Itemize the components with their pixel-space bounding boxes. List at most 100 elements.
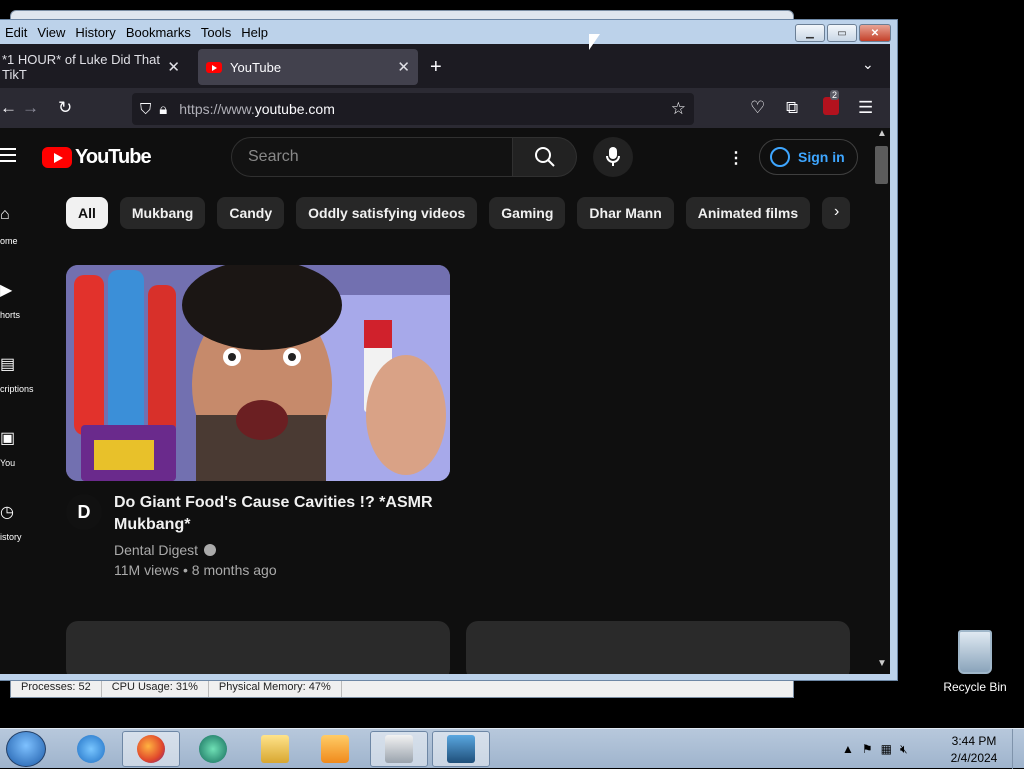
new-tab-icon[interactable]: +: [430, 56, 442, 79]
chip-candy[interactable]: Candy: [217, 197, 285, 229]
tab-title: *1 HOUR* of Luke Did That TikT: [2, 52, 160, 82]
start-button[interactable]: [6, 731, 46, 767]
close-tab-icon[interactable]: ✕: [397, 58, 410, 76]
maximize-button[interactable]: ▭: [827, 24, 857, 42]
youtube-logo[interactable]: YouTube: [42, 146, 152, 169]
list-all-tabs-icon[interactable]: ⌄: [862, 56, 874, 73]
mouse-cursor-icon: [589, 34, 600, 50]
youtube-favicon-icon: [206, 61, 222, 73]
bookmark-star-icon[interactable]: ☆: [671, 99, 686, 119]
subscriptions-icon: ▤: [0, 356, 16, 373]
taskbar-media-player[interactable]: [306, 731, 364, 767]
taskbar-clock[interactable]: 3:44 PM 2/4/2024: [944, 733, 1004, 767]
back-icon[interactable]: ←: [0, 98, 17, 118]
address-bar[interactable]: ⛉ 🔒︎ https://www.youtube.com ☆: [132, 93, 694, 125]
video-channel[interactable]: Dental Digest: [114, 542, 217, 558]
taskbar-printer[interactable]: [370, 731, 428, 767]
youtube-play-icon: [42, 147, 72, 168]
search-input[interactable]: Search: [231, 137, 513, 177]
sidebar-item-shorts[interactable]: ▶︎ horts: [0, 280, 50, 330]
url-host: youtube.com: [254, 101, 335, 117]
youtube-wordmark: YouTube: [75, 146, 152, 168]
youtube-page: YouTube Search ⋮ Sign in All Mukbang Can…: [0, 128, 890, 674]
guide-menu-icon[interactable]: [0, 148, 16, 162]
chip-oddly-satisfying[interactable]: Oddly satisfying videos: [296, 197, 478, 229]
video-title[interactable]: Do Giant Food's Cause Cavities !? *ASMR …: [114, 492, 434, 536]
tab-youtube[interactable]: YouTube ✕: [198, 49, 418, 85]
taskbar-app-3[interactable]: [184, 731, 242, 767]
recycle-bin-icon: [958, 630, 992, 674]
show-hidden-icons-icon[interactable]: ▲: [842, 742, 854, 756]
sidebar-item-you[interactable]: ▣ You: [0, 428, 50, 478]
shorts-icon: ▶︎: [0, 282, 13, 299]
internet-explorer-icon: [77, 735, 105, 763]
reload-icon[interactable]: ↻: [58, 98, 72, 118]
app-menu-icon[interactable]: ☰: [858, 98, 873, 118]
sidebar-item-home[interactable]: ⌂ ome: [0, 206, 50, 256]
close-window-button[interactable]: ✕: [859, 24, 891, 42]
settings-more-icon[interactable]: ⋮: [728, 148, 744, 168]
volume-muted-icon[interactable]: 🔇︎: [900, 742, 908, 757]
network-icon[interactable]: ▦: [881, 742, 892, 756]
extensions-icon[interactable]: ⧉: [786, 98, 798, 118]
menu-history[interactable]: History: [70, 25, 120, 40]
chips-next-icon[interactable]: ›: [834, 203, 839, 221]
verified-check-icon: [204, 544, 217, 556]
menu-help[interactable]: Help: [236, 25, 273, 40]
printer-icon: [385, 735, 413, 763]
tab-luke-did-that[interactable]: *1 HOUR* of Luke Did That TikT ✕: [0, 49, 188, 85]
video-card-placeholder[interactable]: [466, 621, 850, 674]
lock-icon[interactable]: 🔒︎: [159, 101, 167, 118]
chip-all[interactable]: All: [66, 197, 108, 229]
show-desktop-button[interactable]: [1012, 729, 1024, 769]
close-tab-icon[interactable]: ✕: [167, 58, 180, 76]
history-icon: ◷: [0, 504, 14, 521]
taskbar-explorer[interactable]: [246, 731, 304, 767]
clock-date: 2/4/2024: [950, 751, 998, 765]
url-text[interactable]: https://www.youtube.com: [179, 101, 335, 117]
video-card-placeholder[interactable]: [66, 621, 450, 674]
you-icon: ▣: [0, 430, 16, 447]
shield-icon[interactable]: ⛉: [140, 101, 151, 118]
microphone-icon: [606, 147, 620, 166]
page-scrollbar[interactable]: ▲ ▼: [873, 128, 890, 674]
chip-dhar-mann[interactable]: Dhar Mann: [577, 197, 674, 229]
sign-in-button[interactable]: Sign in: [759, 139, 858, 175]
sidebar-item-label: istory: [0, 532, 22, 542]
taskbar: ▲ ⚑ ▦ 🔇︎ 3:44 PM 2/4/2024: [0, 728, 1024, 769]
menu-edit[interactable]: Edit: [0, 25, 32, 40]
menu-view[interactable]: View: [32, 25, 70, 40]
chip-mukbang[interactable]: Mukbang: [119, 197, 206, 229]
taskbar-task-manager[interactable]: [432, 731, 490, 767]
sidebar-item-label: horts: [0, 310, 21, 320]
forward-icon[interactable]: →: [22, 98, 39, 118]
search-icon: [534, 147, 555, 167]
task-manager-icon: [447, 735, 475, 763]
taskbar-internet-explorer[interactable]: [62, 731, 120, 767]
menu-bar: Edit View History Bookmarks Tools Help: [0, 20, 896, 44]
tab-strip: *1 HOUR* of Luke Did That TikT ✕ YouTube…: [0, 44, 890, 88]
window-controls: ▁ ▭ ✕: [795, 24, 891, 42]
sidebar-item-subscriptions[interactable]: ▤ criptions: [0, 354, 50, 404]
search-button[interactable]: [513, 137, 577, 177]
system-tray: ▲ ⚑ ▦ 🔇︎: [842, 729, 908, 769]
menu-tools[interactable]: Tools: [196, 25, 236, 40]
minimize-button[interactable]: ▁: [795, 24, 825, 42]
scroll-down-icon[interactable]: ▼: [877, 658, 887, 669]
video-thumbnail[interactable]: [66, 265, 450, 481]
menu-bookmarks[interactable]: Bookmarks: [121, 25, 196, 40]
thumbnail-image: [66, 265, 450, 481]
pocket-icon[interactable]: ♡: [750, 98, 765, 118]
channel-avatar[interactable]: D: [66, 494, 102, 530]
scrollbar-thumb[interactable]: [875, 146, 888, 184]
chip-animated-films[interactable]: Animated films: [685, 197, 811, 229]
sidebar-item-history[interactable]: ◷ istory: [0, 502, 50, 552]
voice-search-button[interactable]: [593, 137, 633, 177]
search-box: Search: [231, 137, 577, 177]
chip-gaming[interactable]: Gaming: [489, 197, 566, 229]
scroll-up-icon[interactable]: ▲: [877, 128, 887, 139]
url-protocol: https://www.: [179, 101, 255, 117]
taskbar-firefox[interactable]: [122, 731, 180, 767]
recycle-bin[interactable]: Recycle Bin: [940, 630, 1010, 694]
action-center-flag-icon[interactable]: ⚑: [862, 742, 873, 756]
